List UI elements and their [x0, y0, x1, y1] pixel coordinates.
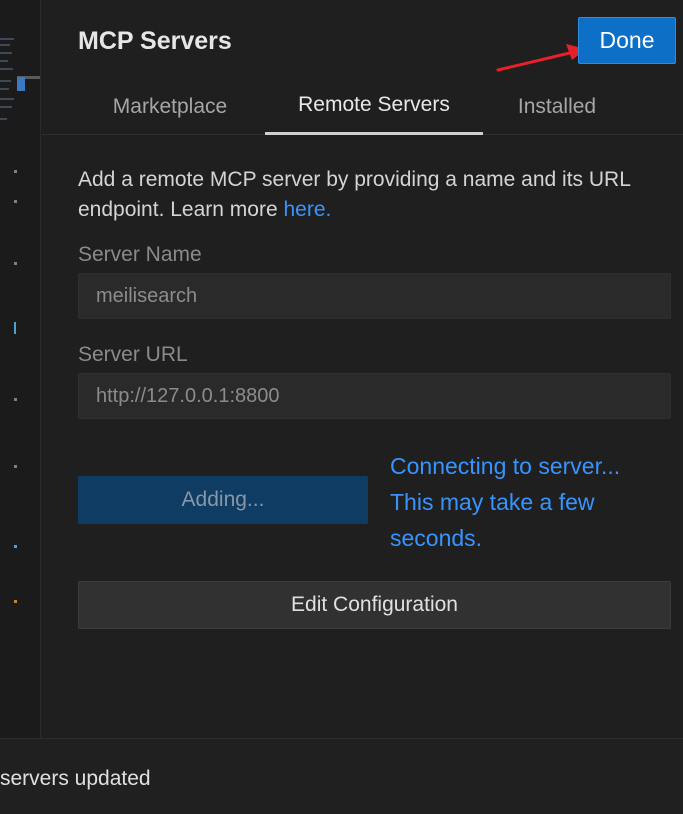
status-line: Connecting to server... [390, 453, 621, 479]
gutter-marker [14, 398, 17, 401]
code-line [0, 118, 7, 120]
notification-message: servers updated [0, 767, 151, 790]
code-line [0, 52, 12, 54]
code-line [0, 80, 11, 82]
server-url-input[interactable] [78, 373, 671, 419]
code-line [0, 88, 9, 90]
server-url-label: Server URL [78, 343, 188, 366]
gutter-marker [14, 322, 16, 334]
adding-button[interactable]: Adding... [78, 476, 368, 524]
done-button[interactable]: Done [578, 17, 676, 64]
code-line [0, 106, 12, 108]
mcp-servers-panel: MCP Servers Done Marketplace Remote Serv… [42, 0, 683, 738]
status-line: This may take a few [390, 489, 595, 515]
notification-bar: servers updated [0, 738, 683, 814]
connection-status: Connecting to server... This may take a … [390, 448, 660, 556]
form-description: Add a remote MCP server by providing a n… [78, 165, 668, 225]
tab-bar: Marketplace Remote Servers Installed [42, 78, 683, 135]
app-window: MCP Servers Done Marketplace Remote Serv… [0, 0, 683, 814]
status-line: seconds. [390, 525, 483, 551]
description-text: Add a remote MCP server by providing a n… [78, 168, 631, 221]
tab-remote-servers[interactable]: Remote Servers [265, 78, 483, 135]
code-line [0, 38, 14, 40]
code-line [0, 98, 14, 100]
page-title: MCP Servers [78, 27, 232, 55]
tab-installed[interactable]: Installed [502, 78, 612, 135]
gutter-marker [14, 200, 17, 203]
server-name-label: Server Name [78, 243, 202, 266]
scrollbar-thumb[interactable] [17, 77, 25, 91]
tab-marketplace[interactable]: Marketplace [94, 78, 246, 135]
code-line [0, 44, 10, 46]
gutter-marker [14, 465, 17, 468]
code-line [0, 60, 8, 62]
gutter-marker [14, 262, 17, 265]
edit-configuration-button[interactable]: Edit Configuration [78, 581, 671, 629]
gutter-marker [14, 545, 17, 548]
server-name-input[interactable] [78, 273, 671, 319]
gutter-marker [14, 600, 17, 603]
code-line [0, 68, 13, 70]
editor-minimap[interactable] [0, 0, 41, 738]
learn-more-link[interactable]: here. [283, 198, 331, 221]
gutter-marker [14, 170, 17, 173]
